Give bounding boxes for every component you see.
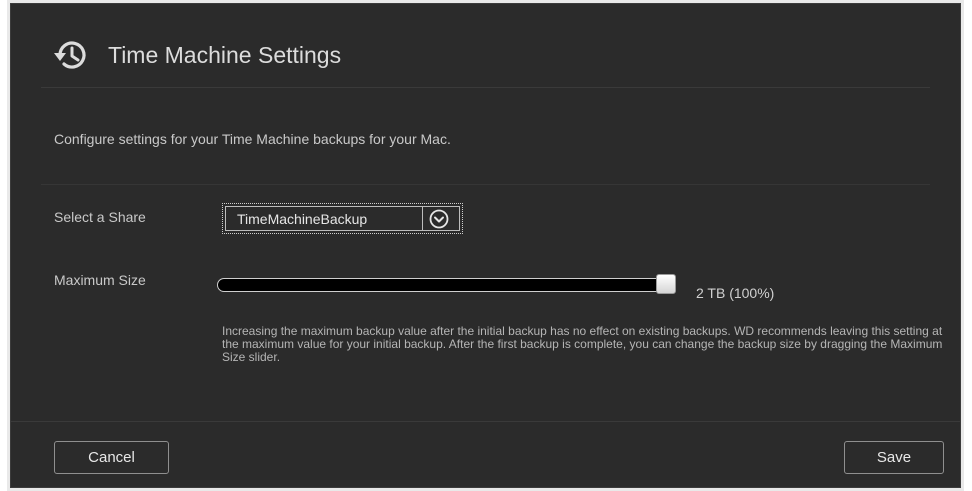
share-selected-value: TimeMachineBackup [237, 211, 368, 227]
dialog-title: Time Machine Settings [108, 42, 342, 68]
header-divider [41, 87, 930, 88]
maximum-size-label: Maximum Size [54, 272, 146, 288]
footer-divider [11, 421, 960, 422]
cancel-button[interactable]: Cancel [54, 441, 169, 474]
maximum-size-slider-handle[interactable] [656, 274, 676, 294]
save-button[interactable]: Save [844, 441, 944, 474]
dialog-header: Time Machine Settings [11, 4, 960, 86]
share-select-box[interactable]: TimeMachineBackup [225, 206, 460, 231]
chevron-down-circle-icon[interactable] [429, 209, 449, 229]
history-clock-icon [54, 41, 86, 69]
dialog-backdrop: Time Machine Settings Configure settings… [7, 0, 964, 491]
maximum-size-value: 2 TB (100%) [696, 285, 775, 301]
dropdown-separator [422, 207, 423, 230]
share-select-dropdown[interactable]: TimeMachineBackup [222, 203, 463, 234]
time-machine-settings-dialog: Time Machine Settings Configure settings… [10, 3, 961, 488]
dialog-description: Configure settings for your Time Machine… [54, 131, 451, 147]
section-divider [41, 184, 930, 185]
maximum-size-help-text: Increasing the maximum backup value afte… [222, 324, 943, 364]
select-share-label: Select a Share [54, 209, 146, 225]
maximum-size-slider-track[interactable] [217, 278, 676, 292]
